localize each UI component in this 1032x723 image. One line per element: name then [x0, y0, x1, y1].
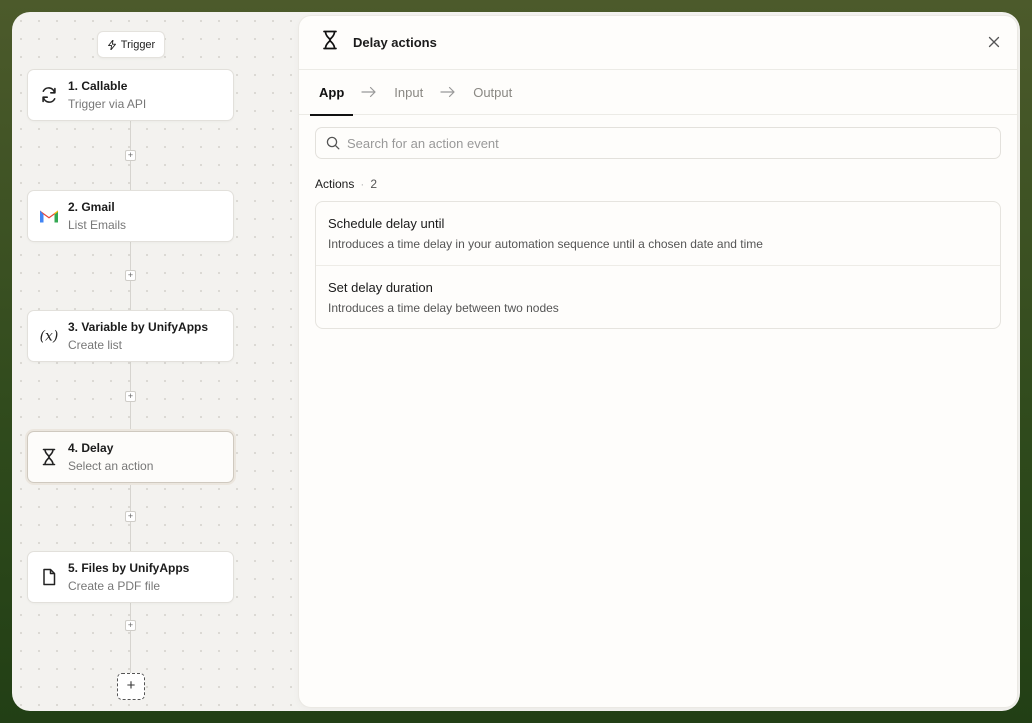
panel-title: Delay actions	[353, 35, 437, 50]
file-icon	[38, 566, 60, 588]
panel-tabs: App Input Output	[299, 70, 1017, 116]
node-title: 3. Variable by UnifyApps	[68, 320, 209, 334]
insert-step-button[interactable]: +	[125, 270, 136, 281]
workflow-node-gmail[interactable]: 2. Gmail List Emails	[27, 190, 234, 242]
app-frame: Trigger + + + + + 1. Callable Trigger vi…	[12, 12, 1020, 711]
node-subtitle: Trigger via API	[68, 97, 147, 111]
arrow-right-icon	[361, 86, 377, 98]
node-subtitle: List Emails	[68, 218, 127, 232]
arrow-right-icon	[440, 86, 456, 98]
hourglass-icon	[321, 30, 339, 55]
tab-input[interactable]: Input	[385, 70, 432, 115]
insert-step-button[interactable]: +	[125, 391, 136, 402]
search-input[interactable]	[347, 135, 1000, 151]
workflow-node-variable[interactable]: (x) 3. Variable by UnifyApps Create list	[27, 310, 234, 362]
actions-list: Schedule delay until Introduces a time d…	[315, 201, 1001, 329]
node-title: 2. Gmail	[68, 200, 115, 214]
svg-text:(x): (x)	[40, 329, 59, 345]
actions-section-header: Actions · 2	[315, 177, 1017, 191]
tab-output[interactable]: Output	[464, 70, 521, 115]
workflow-node-files[interactable]: 5. Files by UnifyApps Create a PDF file	[27, 551, 234, 603]
trigger-button[interactable]: Trigger	[97, 31, 165, 58]
section-label: Actions	[315, 177, 355, 191]
add-step-button[interactable]: +	[117, 673, 145, 700]
gmail-icon	[38, 205, 60, 227]
node-subtitle: Create a PDF file	[68, 579, 161, 593]
lightning-icon	[107, 39, 116, 50]
node-title: 1. Callable	[68, 79, 128, 93]
workflow-node-callable[interactable]: 1. Callable Trigger via API	[27, 69, 234, 121]
action-item-schedule-delay-until[interactable]: Schedule delay until Introduces a time d…	[316, 202, 1000, 265]
action-item-set-delay-duration[interactable]: Set delay duration Introduces a time del…	[316, 265, 1000, 328]
workflow-node-delay[interactable]: 4. Delay Select an action	[27, 431, 234, 483]
hourglass-icon	[38, 446, 60, 468]
node-subtitle: Create list	[68, 338, 123, 352]
action-description: Introduces a time delay between two node…	[328, 301, 559, 315]
action-title: Schedule delay until	[328, 216, 445, 231]
node-title: 5. Files by UnifyApps	[68, 561, 190, 575]
trigger-label: Trigger	[120, 38, 156, 51]
action-description: Introduces a time delay in your automati…	[328, 237, 763, 251]
delay-actions-panel: Delay actions App Input Output Actions ·…	[299, 16, 1017, 707]
separator-dot: ·	[360, 177, 365, 191]
search-icon	[326, 136, 340, 150]
panel-header: Delay actions	[299, 16, 1017, 70]
close-icon[interactable]	[987, 35, 1001, 49]
node-subtitle: Select an action	[68, 459, 154, 473]
workflow-canvas: Trigger + + + + + 1. Callable Trigger vi…	[12, 12, 298, 711]
insert-step-button[interactable]: +	[125, 511, 136, 522]
actions-count: 2	[370, 177, 378, 191]
insert-step-button[interactable]: +	[125, 150, 136, 161]
node-title: 4. Delay	[68, 441, 114, 455]
connector-line	[130, 603, 131, 673]
search-box[interactable]	[315, 127, 1001, 159]
action-title: Set delay duration	[328, 280, 433, 295]
variable-icon: (x)	[38, 325, 60, 347]
refresh-icon	[38, 84, 60, 106]
insert-step-button[interactable]: +	[125, 620, 136, 631]
tab-app[interactable]: App	[310, 70, 354, 116]
